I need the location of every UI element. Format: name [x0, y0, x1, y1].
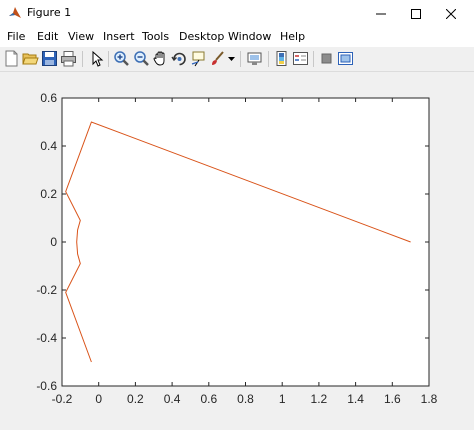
y-tick-label: -0.6 [36, 379, 57, 393]
title-bar: Figure 1 [0, 0, 474, 27]
show-plot-tools-icon[interactable] [337, 50, 354, 67]
data-cursor-icon[interactable] [190, 50, 207, 67]
menu-insert[interactable]: Insert [103, 30, 135, 43]
x-tick-label: 0.8 [237, 392, 254, 406]
y-tick-label: -0.4 [36, 331, 57, 345]
zoom-in-icon[interactable] [113, 50, 130, 67]
menu-view[interactable]: View [68, 30, 94, 43]
menu-edit[interactable]: Edit [37, 30, 58, 43]
x-tick-label: 0 [95, 392, 102, 406]
new-figure-icon[interactable] [3, 50, 20, 67]
x-tick-label: 0.6 [200, 392, 217, 406]
x-tick-label: 1.4 [347, 392, 364, 406]
link-plot-icon[interactable] [246, 50, 263, 67]
menu-desktop[interactable]: Desktop [179, 30, 224, 43]
x-tick-label: 0.4 [164, 392, 181, 406]
edit-plot-arrow-icon[interactable] [88, 50, 105, 67]
window-title: Figure 1 [27, 6, 72, 19]
axes-background [61, 97, 430, 387]
x-tick-label: 0.2 [127, 392, 144, 406]
pan-hand-icon[interactable] [152, 50, 169, 67]
y-tick-label: -0.2 [36, 283, 57, 297]
toolbar-separator [108, 51, 109, 67]
close-button[interactable] [428, 0, 474, 27]
rotate-3d-icon[interactable] [171, 50, 188, 67]
brush-dropdown-icon[interactable] [227, 50, 236, 67]
close-icon [446, 8, 456, 19]
minimize-icon [376, 13, 386, 14]
y-tick-label: 0 [50, 235, 57, 249]
maximize-icon [411, 8, 421, 19]
menu-file[interactable]: File [7, 30, 25, 43]
toolbar-separator [240, 51, 241, 67]
x-tick-label: -0.2 [52, 392, 73, 406]
save-icon[interactable] [41, 50, 58, 67]
print-icon[interactable] [60, 50, 77, 67]
x-tick-label: 1.2 [311, 392, 328, 406]
insert-colorbar-icon[interactable] [273, 50, 290, 67]
menu-tools[interactable]: Tools [142, 30, 169, 43]
y-tick-label: 0.6 [40, 91, 57, 105]
insert-legend-icon[interactable] [292, 50, 309, 67]
figure-toolbar [0, 47, 474, 72]
plot-axes[interactable]: -0.2 0 0.2 0.4 0.6 0.8 1 1.2 1.4 1.6 1.8 0.6 0.4 0.2 0… [0, 72, 474, 426]
y-tick-label: 0.2 [40, 187, 57, 201]
toolbar-separator [268, 51, 269, 67]
y-tick-label: 0.4 [40, 139, 57, 153]
brush-icon[interactable] [209, 50, 226, 67]
menu-window[interactable]: Window [228, 30, 271, 43]
x-tick-label: 1.6 [384, 392, 401, 406]
open-file-icon[interactable] [22, 50, 39, 67]
toolbar-separator [313, 51, 314, 67]
x-tick-label: 1 [279, 392, 286, 406]
toolbar-separator [82, 51, 83, 67]
figure-canvas: -0.2 0 0.2 0.4 0.6 0.8 1 1.2 1.4 1.6 1.8 0.6 0.4 0.2 0… [0, 72, 474, 426]
x-tick-label: 1.8 [421, 392, 438, 406]
zoom-out-icon[interactable] [133, 50, 150, 67]
menu-help[interactable]: Help [280, 30, 305, 43]
hide-plot-tools-icon[interactable] [318, 50, 335, 67]
matlab-icon [9, 7, 21, 18]
menu-bar: File Edit View Insert Tools Desktop Wind… [0, 27, 474, 47]
